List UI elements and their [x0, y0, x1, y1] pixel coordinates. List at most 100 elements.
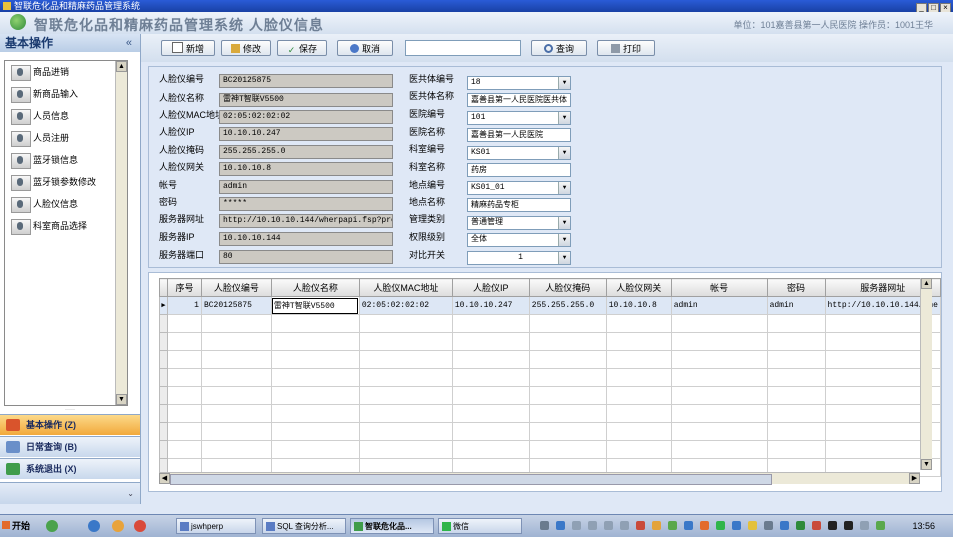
table-cell[interactable] — [200, 350, 272, 369]
table-cell[interactable]: 1 — [166, 296, 202, 315]
column-header[interactable]: 密码 — [766, 278, 826, 297]
table-row-empty[interactable] — [159, 440, 942, 459]
table-cell[interactable] — [766, 422, 826, 441]
community-code-select[interactable]: 18 ▼ — [467, 76, 571, 90]
table-cell[interactable] — [528, 422, 607, 441]
compare-switch-select[interactable]: 1 ▼ — [467, 251, 571, 265]
chevron-down-icon[interactable]: ▼ — [558, 182, 570, 194]
table-cell[interactable] — [528, 314, 607, 333]
sidebar-item-staff-register[interactable]: 人员注册 — [5, 127, 127, 149]
task-jswhperp[interactable]: jswhperp — [176, 518, 256, 534]
table-cell[interactable] — [670, 368, 768, 387]
tray-icon[interactable] — [860, 521, 869, 530]
print-button[interactable]: 打印 — [597, 40, 655, 56]
table-cell[interactable] — [451, 422, 530, 441]
server-port-field[interactable]: 80 — [219, 250, 393, 264]
column-header[interactable]: 人脸仪掩码 — [528, 278, 607, 297]
table-cell[interactable] — [270, 314, 360, 333]
table-cell[interactable] — [528, 332, 607, 351]
task-sql-analyzer[interactable]: SQL 查询分析... — [262, 518, 346, 534]
signal-icon[interactable] — [876, 521, 885, 530]
scroll-right-icon[interactable]: ▶ — [909, 473, 920, 484]
column-header[interactable]: 人脸仪网关 — [605, 278, 672, 297]
password-field[interactable]: ***** — [219, 197, 393, 211]
collapse-icon[interactable]: « — [126, 34, 132, 52]
table-cell[interactable]: admin — [670, 296, 768, 315]
qq-icon[interactable] — [844, 521, 853, 530]
tray-icon[interactable] — [780, 521, 789, 530]
column-header[interactable]: 人脸仪IP — [451, 278, 530, 297]
table-cell[interactable] — [358, 386, 453, 405]
device-gateway-field[interactable]: 10.10.10.8 — [219, 162, 393, 176]
device-name-field[interactable]: 雷神T智联V5500 — [219, 93, 393, 107]
table-cell[interactable] — [451, 314, 530, 333]
table-cell[interactable] — [270, 440, 360, 459]
table-cell[interactable] — [451, 386, 530, 405]
start-button[interactable]: 开始 — [2, 518, 36, 534]
community-name-field[interactable]: 嘉善县第一人民医院医共体 — [467, 93, 571, 107]
table-cell[interactable] — [166, 404, 202, 423]
sidebar-item-new-goods[interactable]: 新商品输入 — [5, 83, 127, 105]
sidebar-item-face-device-info[interactable]: 人脸仪信息 — [5, 193, 127, 215]
table-row-empty[interactable] — [159, 332, 942, 351]
table-cell[interactable] — [270, 386, 360, 405]
task-wechat[interactable]: 微信 — [438, 518, 522, 534]
table-cell[interactable] — [166, 332, 202, 351]
chevron-down-icon[interactable]: ▼ — [558, 234, 570, 246]
table-cell[interactable] — [200, 440, 272, 459]
scroll-down-icon[interactable]: ▼ — [116, 394, 127, 405]
splitter[interactable]: ····· — [0, 407, 140, 413]
scroll-down-icon[interactable]: ▼ — [921, 459, 932, 470]
table-row-empty[interactable] — [159, 368, 942, 387]
chevron-down-icon[interactable]: ▼ — [558, 77, 570, 89]
search-input[interactable] — [405, 40, 521, 56]
tray-icon[interactable] — [540, 521, 549, 530]
chrome-icon[interactable] — [112, 520, 124, 532]
table-cell[interactable] — [605, 350, 672, 369]
table-cell[interactable] — [451, 350, 530, 369]
management-type-select[interactable]: 普通管理 ▼ — [467, 216, 571, 230]
table-cell[interactable] — [766, 404, 826, 423]
location-code-select[interactable]: KS01_01 ▼ — [467, 181, 571, 195]
table-cell[interactable] — [766, 332, 826, 351]
hospital-code-select[interactable]: 101 ▼ — [467, 111, 571, 125]
column-header[interactable]: 人脸仪编号 — [200, 278, 272, 297]
tray-icon[interactable] — [748, 521, 757, 530]
qq-icon[interactable] — [828, 521, 837, 530]
tray-icon[interactable] — [764, 521, 773, 530]
server-url-field[interactable]: http://10.10.10.144/wherpapi.fsp?proc=fa… — [219, 214, 393, 228]
scroll-up-icon[interactable]: ▲ — [116, 61, 127, 72]
table-cell[interactable] — [528, 440, 607, 459]
table-cell[interactable] — [528, 404, 607, 423]
table-cell[interactable] — [166, 350, 202, 369]
table-cell[interactable] — [166, 422, 202, 441]
grid-horizontal-scrollbar[interactable]: ◀ ▶ — [159, 472, 920, 485]
save-button[interactable]: ✓ 保存 — [277, 40, 327, 56]
device-ip-field[interactable]: 10.10.10.247 — [219, 127, 393, 141]
table-cell[interactable] — [166, 440, 202, 459]
table-cell[interactable] — [166, 314, 202, 333]
tray-icon[interactable] — [572, 521, 581, 530]
table-cell[interactable] — [358, 350, 453, 369]
table-cell[interactable]: 02:05:02:02:02 — [358, 296, 453, 315]
device-code-field[interactable]: BC20125875 — [219, 74, 393, 88]
table-cell[interactable] — [528, 386, 607, 405]
location-name-field[interactable]: 精麻药品专柜 — [467, 198, 571, 212]
table-cell[interactable]: BC20125875 — [200, 296, 272, 315]
tray-icon[interactable] — [588, 521, 597, 530]
table-cell[interactable] — [200, 332, 272, 351]
account-field[interactable]: admin — [219, 180, 393, 194]
table-row[interactable]: ▶ 1 BC20125875 雷神T智联V5500 02:05:02:02:02… — [159, 296, 942, 315]
permission-level-select[interactable]: 全体 ▼ — [467, 233, 571, 247]
table-cell[interactable] — [605, 332, 672, 351]
query-button[interactable]: 查询 — [531, 40, 587, 56]
table-cell[interactable] — [605, 368, 672, 387]
table-cell[interactable] — [451, 332, 530, 351]
grid-vertical-scrollbar[interactable]: ▲ ▼ — [920, 278, 932, 470]
table-cell[interactable] — [200, 386, 272, 405]
table-cell[interactable] — [451, 440, 530, 459]
table-cell[interactable] — [200, 314, 272, 333]
table-cell[interactable] — [528, 350, 607, 369]
table-cell[interactable] — [200, 368, 272, 387]
table-row-empty[interactable] — [159, 350, 942, 369]
